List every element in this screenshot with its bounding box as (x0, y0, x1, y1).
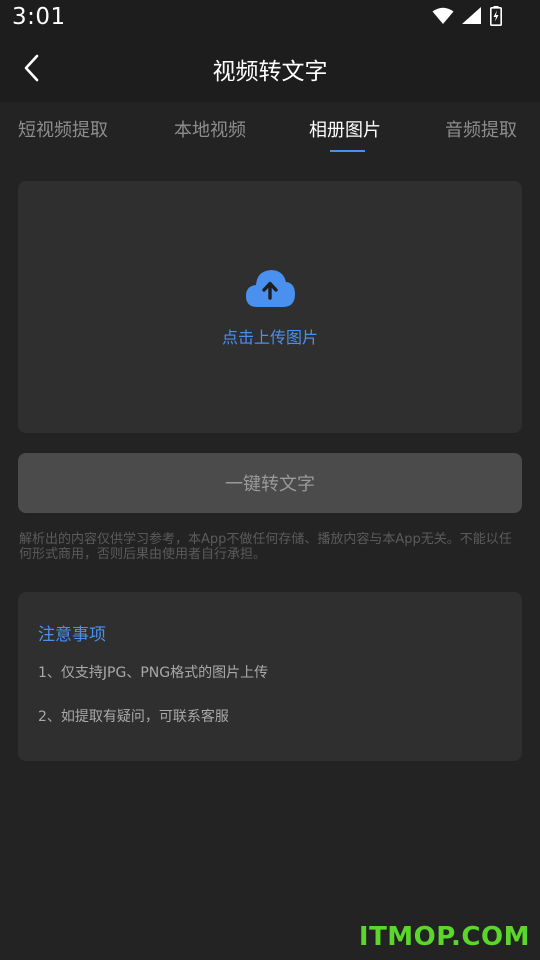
battery-charging-icon (490, 6, 502, 30)
notes-item: 1、仅支持JPG、PNG格式的图片上传 (38, 665, 269, 681)
active-tab-indicator (330, 150, 365, 152)
wifi-icon (432, 7, 454, 29)
upload-area[interactable]: 点击上传图片 (18, 181, 522, 433)
status-icons (432, 6, 502, 30)
upload-label: 点击上传图片 (221, 328, 318, 347)
tab-audio-extract[interactable]: 音频提取 (445, 116, 517, 142)
disclaimer-text: 解析出的内容仅供学习参考，本App不做任何存储、播放内容与本App无关。不能以任… (19, 532, 512, 562)
cloud-upload-icon (244, 267, 296, 309)
tab-short-video-extract[interactable]: 短视频提取 (18, 116, 108, 142)
tab-local-video[interactable]: 本地视频 (174, 116, 246, 142)
watermark-logo: ITMOP.COM (358, 922, 530, 952)
convert-button[interactable]: 一键转文字 (18, 453, 522, 513)
notes-card: 注意事项 1、仅支持JPG、PNG格式的图片上传 2、如提取有疑问，可联系客服 (18, 592, 522, 761)
tab-bar: 短视频提取 本地视频 相册图片 音频提取 (0, 102, 540, 158)
notes-item: 2、如提取有疑问，可联系客服 (38, 709, 229, 725)
status-bar: 3:01 (0, 0, 540, 38)
tab-album-images[interactable]: 相册图片 (309, 116, 381, 142)
page-title: 视频转文字 (212, 59, 328, 85)
app-header: 视频转文字 (0, 38, 540, 102)
notes-title: 注意事项 (38, 625, 106, 645)
cellular-signal-icon (462, 7, 482, 29)
status-time: 3:01 (12, 4, 66, 30)
